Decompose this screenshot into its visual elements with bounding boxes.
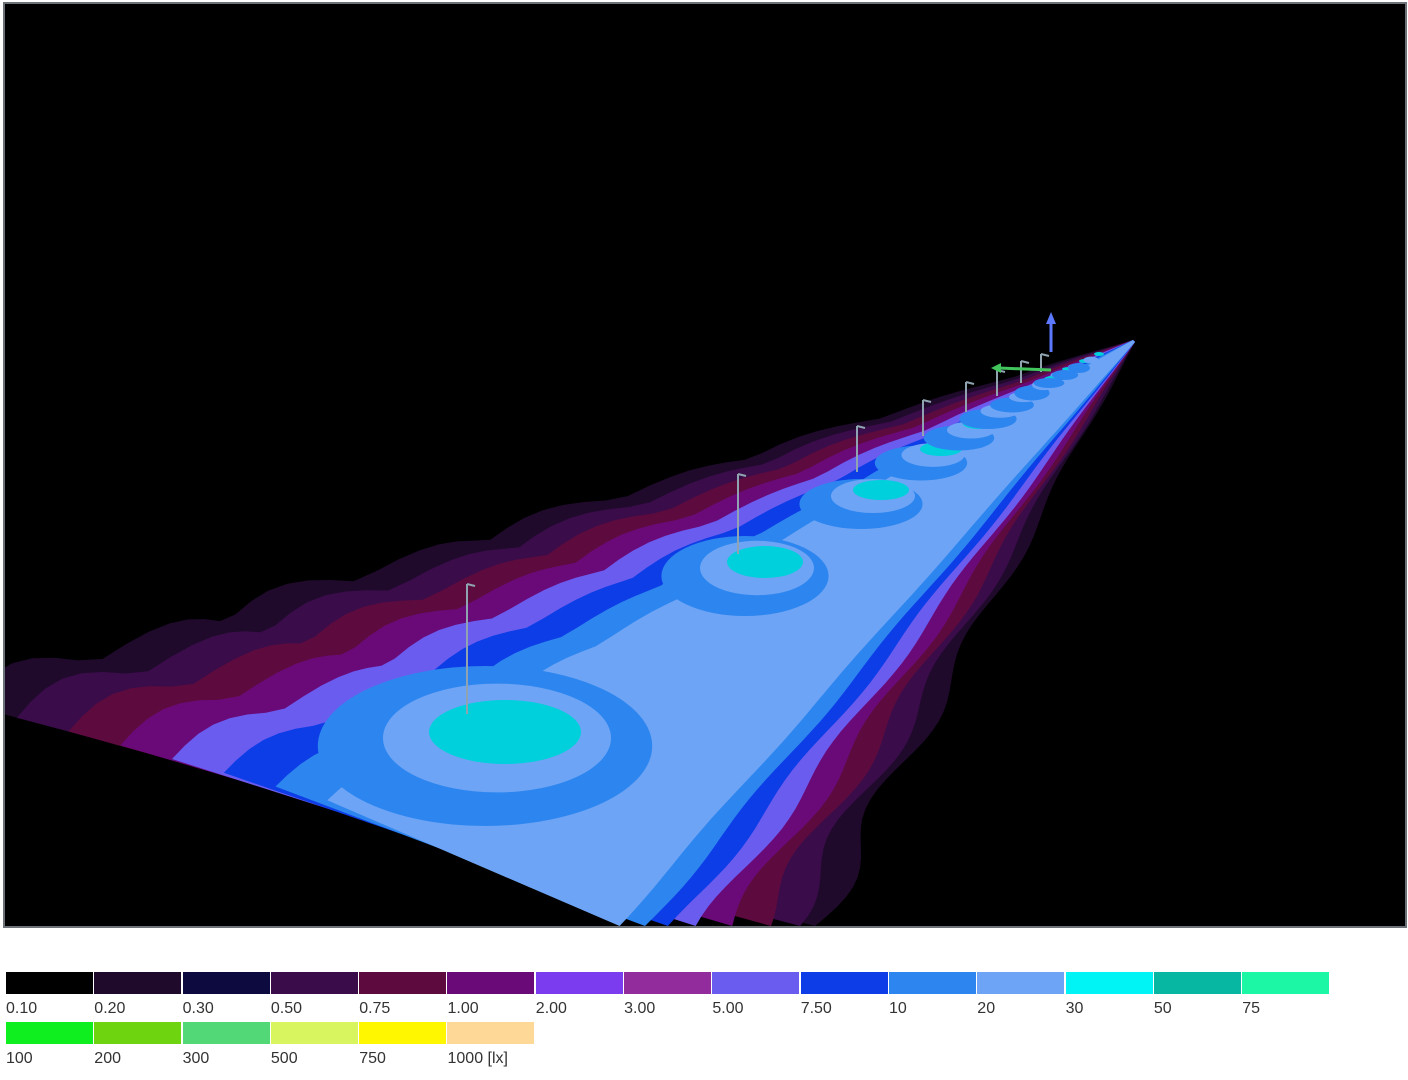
legend-swatches-row-2 — [6, 1022, 1336, 1044]
legend-label: 30 — [1065, 1000, 1084, 1017]
legend-swatch — [800, 972, 889, 994]
legend-label: 300 — [182, 1050, 210, 1067]
legend-swatch — [6, 972, 94, 994]
legend-swatch — [447, 1022, 536, 1044]
legend-swatch — [94, 972, 183, 994]
legend-label: 20 — [977, 1000, 996, 1017]
legend-swatch — [359, 1022, 448, 1044]
legend-swatch — [94, 1022, 183, 1044]
illuminance-pool — [429, 700, 581, 764]
legend-label: 200 — [94, 1050, 121, 1067]
illuminance-halo — [1068, 363, 1090, 373]
legend-label: 7.50 — [800, 1000, 832, 1017]
illuminance-pool — [853, 480, 909, 500]
rendering-viewport[interactable] — [3, 2, 1407, 928]
legend-swatches-row-1 — [6, 972, 1336, 994]
legend-label: 0.75 — [359, 1000, 391, 1017]
legend-label: 0.10 — [6, 1000, 38, 1017]
legend-label: 5.00 — [712, 1000, 744, 1017]
legend-label: 3.00 — [624, 1000, 656, 1017]
luminaire-arm — [965, 381, 975, 385]
legend-label: 10 — [889, 1000, 907, 1017]
illuminance-legend: 0.10 0.20 0.30 0.50 0.75 1.00 2.00 3.00 5.00 7.50… — [6, 972, 1336, 1078]
legend-labels-row-2: 100 200 300 500 750 1000 [lx] — [6, 1044, 1336, 1070]
legend-swatch — [624, 972, 713, 994]
legend-row-2: 100 200 300 500 750 1000 [lx] — [6, 1022, 1336, 1072]
legend-label: 750 — [359, 1050, 386, 1067]
legend-swatch — [270, 972, 359, 994]
legend-swatch — [977, 972, 1066, 994]
luminaire-arm — [1020, 360, 1030, 364]
legend-label: 500 — [270, 1050, 298, 1067]
legend-label: 50 — [1153, 1000, 1172, 1017]
legend-label: 0.20 — [94, 1000, 126, 1017]
legend-swatch — [270, 1022, 359, 1044]
legend-swatch — [447, 972, 536, 994]
axis-z-arrow-icon — [1046, 312, 1056, 324]
legend-swatch — [182, 1022, 271, 1044]
legend-label: 0.30 — [182, 1000, 214, 1017]
luminaire-arm — [1040, 353, 1050, 357]
legend-swatch — [182, 972, 271, 994]
legend-swatch — [1242, 972, 1331, 994]
illuminance-3d-scene — [5, 312, 1136, 926]
legend-label: 2.00 — [535, 1000, 567, 1017]
legend-label: 1000 [lx] — [447, 1050, 508, 1067]
legend-swatch — [712, 972, 801, 994]
legend-labels-row-1: 0.10 0.20 0.30 0.50 0.75 1.00 2.00 3.00 5.00 7.50… — [6, 994, 1336, 1020]
legend-swatch — [359, 972, 448, 994]
legend-label: 75 — [1242, 1000, 1260, 1017]
legend-swatch — [1153, 972, 1242, 994]
legend-label: 0.50 — [270, 1000, 303, 1017]
legend-row-1: 0.10 0.20 0.30 0.50 0.75 1.00 2.00 3.00 5.00 7.50… — [6, 972, 1336, 1022]
legend-swatch — [888, 972, 977, 994]
luminaire-arm — [922, 399, 932, 403]
legend-swatch — [1065, 972, 1154, 994]
legend-swatch — [6, 1022, 94, 1044]
illuminance-ring — [1083, 356, 1099, 364]
legend-label: 1.00 — [447, 1000, 479, 1017]
legend-swatch — [535, 972, 624, 994]
legend-label: 100 — [6, 1050, 33, 1067]
illuminance-pool — [1094, 352, 1104, 356]
axis-x-line — [998, 366, 1052, 372]
